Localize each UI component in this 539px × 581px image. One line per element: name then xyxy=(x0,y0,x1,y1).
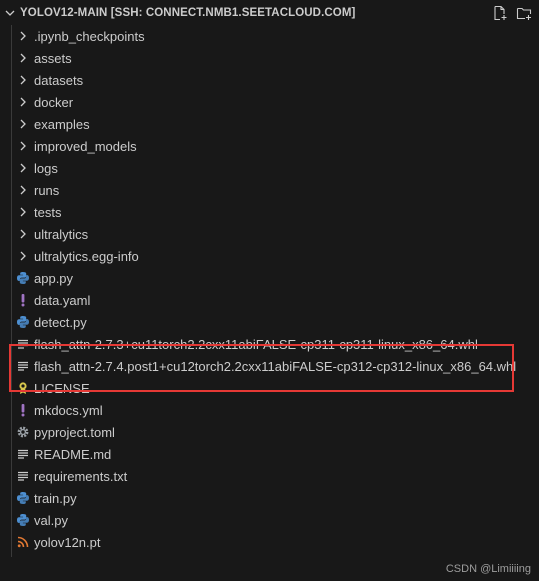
python-file-icon xyxy=(16,490,30,506)
item-label: tests xyxy=(34,204,62,220)
chevron-right-icon xyxy=(16,138,30,154)
file-item[interactable]: yolov12n.pt xyxy=(0,531,539,553)
folder-item[interactable]: runs xyxy=(0,179,539,201)
file-item[interactable]: app.py xyxy=(0,267,539,289)
file-item[interactable]: mkdocs.yml xyxy=(0,399,539,421)
item-label: docker xyxy=(34,94,74,110)
chevron-right-icon xyxy=(16,28,30,44)
chevron-down-icon[interactable] xyxy=(0,7,20,19)
chevron-right-icon xyxy=(16,248,30,264)
folder-item[interactable]: assets xyxy=(0,47,539,69)
folder-item[interactable]: .ipynb_checkpoints xyxy=(0,25,539,47)
yaml-file-icon xyxy=(16,292,30,308)
chevron-right-icon xyxy=(16,226,30,242)
file-item[interactable]: detect.py xyxy=(0,311,539,333)
item-label: data.yaml xyxy=(34,292,91,308)
text-file-icon xyxy=(16,468,30,484)
markdown-file-icon xyxy=(16,446,30,462)
explorer-title[interactable]: YOLOV12-MAIN [SSH: CONNECT.NMB1.SEETACLO… xyxy=(20,7,355,19)
file-item[interactable]: requirements.txt xyxy=(0,465,539,487)
item-label: assets xyxy=(34,50,72,66)
item-label: pyproject.toml xyxy=(34,424,115,440)
item-label: runs xyxy=(34,182,60,198)
item-label: .ipynb_checkpoints xyxy=(34,28,145,44)
watermark: CSDN @Limiiiing xyxy=(445,563,531,575)
item-label: val.py xyxy=(34,512,68,528)
chevron-right-icon xyxy=(16,72,30,88)
python-file-icon xyxy=(16,270,30,286)
item-label: train.py xyxy=(34,490,77,506)
file-item[interactable]: train.py xyxy=(0,487,539,509)
new-file-icon[interactable] xyxy=(491,4,509,22)
folder-item[interactable]: examples xyxy=(0,113,539,135)
python-file-icon xyxy=(16,314,30,330)
file-item[interactable]: val.py xyxy=(0,509,539,531)
explorer-header: YOLOV12-MAIN [SSH: CONNECT.NMB1.SEETACLO… xyxy=(0,0,539,25)
new-folder-icon[interactable] xyxy=(515,4,533,22)
chevron-right-icon xyxy=(16,116,30,132)
chevron-right-icon xyxy=(16,182,30,198)
item-label: detect.py xyxy=(34,314,87,330)
folder-item[interactable]: datasets xyxy=(0,69,539,91)
item-label: improved_models xyxy=(34,138,137,154)
file-item[interactable]: pyproject.toml xyxy=(0,421,539,443)
file-item[interactable]: README.md xyxy=(0,443,539,465)
folder-item[interactable]: ultralytics.egg-info xyxy=(0,245,539,267)
folder-item[interactable]: improved_models xyxy=(0,135,539,157)
item-label: ultralytics xyxy=(34,226,89,242)
folder-item[interactable]: docker xyxy=(0,91,539,113)
settings-file-icon xyxy=(16,424,30,440)
item-label: requirements.txt xyxy=(34,468,128,484)
item-label: README.md xyxy=(34,446,112,462)
chevron-right-icon xyxy=(16,94,30,110)
chevron-right-icon xyxy=(16,160,30,176)
item-label: examples xyxy=(34,116,90,132)
item-label: app.py xyxy=(34,270,74,286)
folder-item[interactable]: tests xyxy=(0,201,539,223)
highlight-box xyxy=(9,344,514,392)
pt-file-icon xyxy=(16,534,30,550)
python-file-icon xyxy=(16,512,30,528)
chevron-right-icon xyxy=(16,50,30,66)
folder-item[interactable]: logs xyxy=(0,157,539,179)
item-label: mkdocs.yml xyxy=(34,402,103,418)
file-tree: .ipynb_checkpointsassets datasets docker ex… xyxy=(0,25,539,553)
item-label: ultralytics.egg-info xyxy=(34,248,139,264)
item-label: logs xyxy=(34,160,58,176)
file-item[interactable]: data.yaml xyxy=(0,289,539,311)
item-label: datasets xyxy=(34,72,84,88)
chevron-right-icon xyxy=(16,204,30,220)
yaml-file-icon xyxy=(16,402,30,418)
folder-item[interactable]: ultralytics xyxy=(0,223,539,245)
item-label: yolov12n.pt xyxy=(34,534,101,550)
